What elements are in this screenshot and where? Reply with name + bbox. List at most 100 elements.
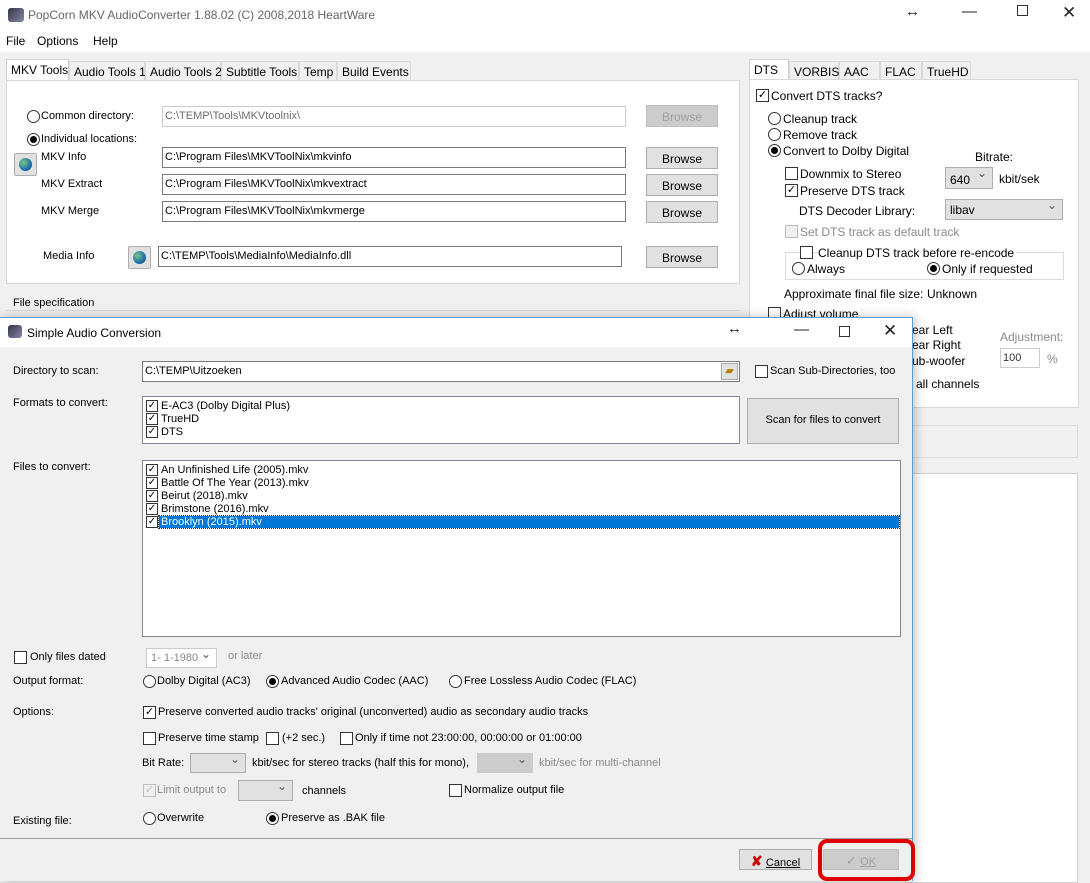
ok-highlight-annotation [818,839,915,881]
decoder-select[interactable]: libav [945,198,1063,220]
file-specification-label: File specification [13,297,95,309]
overwrite-label: Overwrite [157,812,205,824]
file-checkbox[interactable]: ✓ [146,477,158,489]
bit-rate-label: Bit Rate: [142,757,185,769]
plus2-checkbox[interactable] [266,732,279,745]
preserve-original-checkbox[interactable]: ✓ [143,706,156,719]
options-label: Options: [13,706,54,718]
output-format-label: Output format: [13,675,84,687]
common-browse-button[interactable]: Browse [646,105,718,127]
approx-size-label: Approximate final file size: [784,287,924,301]
dialog-title: Simple Audio Conversion [27,326,162,340]
tab-vorbis[interactable]: VORBIS [789,61,839,80]
all-channels-label: all channels [916,377,980,391]
always-radio[interactable] [792,262,805,275]
tab-aac[interactable]: AAC [839,61,880,80]
format-checkbox[interactable]: ✓ [146,426,158,438]
ac3-radio[interactable] [143,675,156,688]
mkv-merge-input[interactable]: C:\Program Files\MKVToolNix\mkvmerge [162,201,626,222]
mkv-extract-input[interactable]: C:\Program Files\MKVToolNix\mkvextract [162,174,626,195]
file-checkbox[interactable]: ✓ [146,490,158,502]
menu-help[interactable]: Help [93,34,118,48]
dialog-maximize-button[interactable] [839,326,850,337]
remove-track-radio[interactable] [768,128,781,141]
plus2-label: (+2 sec.) [282,732,326,744]
channels-select[interactable] [238,779,293,801]
multichannel-bitrate-select[interactable] [477,752,533,773]
mkv-info-input[interactable]: C:\Program Files\MKVToolNix\mkvinfo [162,147,626,168]
globe-icon[interactable] [14,153,37,176]
downmix-checkbox[interactable] [785,167,798,180]
menu-options[interactable]: Options [37,34,78,48]
decoder-label: DTS Decoder Library: [799,204,916,218]
overwrite-radio[interactable] [143,812,156,825]
directory-input[interactable]: C:\TEMP\Uitzoeken [142,361,740,382]
adjustment-spinner[interactable]: 100 [1000,348,1040,368]
stereo-bitrate-text: kbit/sec for stereo tracks (half this fo… [252,757,470,769]
mkv-extract-browse-button[interactable]: Browse [646,174,718,196]
title-bar: PopCorn MKV AudioConverter 1.88.02 (C) 2… [0,0,1090,30]
tab-dts[interactable]: DTS [749,59,789,80]
bitrate-select[interactable]: 640 [945,166,993,189]
percent-label: % [1047,352,1058,366]
preserve-timestamp-checkbox[interactable] [143,732,156,745]
bitrate-unit: kbit/sek [999,172,1040,186]
aac-radio[interactable] [266,675,279,688]
file-checkbox[interactable]: ✓ [146,503,158,515]
only-dated-checkbox[interactable] [14,651,27,664]
tab-flac[interactable]: FLAC [880,61,922,80]
only-time-label: Only if time not 23:00:00, 00:00:00 or 0… [355,732,582,744]
directory-label: Directory to scan: [13,365,99,377]
ac3-label: Dolby Digital (AC3) [157,675,251,687]
tab-mkv-tools[interactable]: MKV Tools [6,59,69,80]
media-info-browse-button[interactable]: Browse [646,246,718,268]
convert-dts-checkbox[interactable]: ✓ [756,89,769,102]
media-info-globe-icon[interactable] [128,246,151,269]
format-checkbox[interactable]: ✓ [146,413,158,425]
scan-files-button[interactable]: Scan for files to convert [747,398,899,444]
file-checkbox[interactable]: ✓ [146,516,158,528]
dialog-minimize-button[interactable]: — [794,321,809,338]
menu-file[interactable]: File [6,34,25,48]
tab-audio-tools-2[interactable]: Audio Tools 2 [145,61,222,80]
subwoofer-label: ub-woofer [912,354,966,368]
mkv-info-browse-button[interactable]: Browse [646,147,718,169]
limit-output-checkbox[interactable]: ✓ [143,784,156,797]
common-directory-radio[interactable] [27,110,40,123]
convert-dd-radio[interactable] [768,144,781,157]
tab-audio-tools-1[interactable]: Audio Tools 1 [69,61,146,80]
only-time-checkbox[interactable] [340,732,353,745]
scan-subdirs-checkbox[interactable] [755,365,768,378]
stereo-bitrate-select[interactable] [190,752,246,773]
flac-radio[interactable] [449,675,462,688]
mkv-extract-label: MKV Extract [41,178,103,190]
tab-temp[interactable]: Temp [299,61,337,80]
cleanup-track-radio[interactable] [768,112,781,125]
maximize-button[interactable] [1017,5,1028,16]
only-requested-radio[interactable] [927,262,940,275]
mkv-merge-browse-button[interactable]: Browse [646,201,718,223]
cleanup-before-checkbox[interactable] [800,246,813,259]
set-default-checkbox[interactable] [785,225,798,238]
format-checkbox[interactable]: ✓ [146,400,158,412]
tab-build-events[interactable]: Build Events [337,61,411,80]
preserve-timestamp-label: Preserve time stamp [158,732,259,744]
minimize-button[interactable]: — [962,3,977,20]
file-item-selected[interactable]: ✓ Brooklyn (2015).mkv [146,515,900,529]
date-picker[interactable]: 1- 1-1980 [146,647,217,668]
cancel-button[interactable]: ✘ Cancel [739,849,812,870]
file-checkbox[interactable]: ✓ [146,464,158,476]
preserve-dts-checkbox[interactable]: ✓ [785,184,798,197]
media-info-input[interactable]: C:\TEMP\Tools\MediaInfo\MediaInfo.dll [158,246,622,267]
normalize-checkbox[interactable] [449,784,462,797]
folder-browse-icon[interactable]: ▰ [721,363,738,380]
log-box [905,473,1078,883]
set-default-label: Set DTS track as default track [800,225,960,239]
dialog-close-button[interactable]: ✕ [883,321,897,341]
common-directory-input[interactable]: C:\TEMP\Tools\MKVtoolnix\ [162,106,626,127]
close-button[interactable]: ✕ [1062,3,1076,23]
individual-locations-radio[interactable] [27,133,40,146]
tab-truehd[interactable]: TrueHD [922,61,971,80]
preserve-bak-radio[interactable] [266,812,279,825]
tab-subtitle-tools[interactable]: Subtitle Tools [221,61,299,80]
